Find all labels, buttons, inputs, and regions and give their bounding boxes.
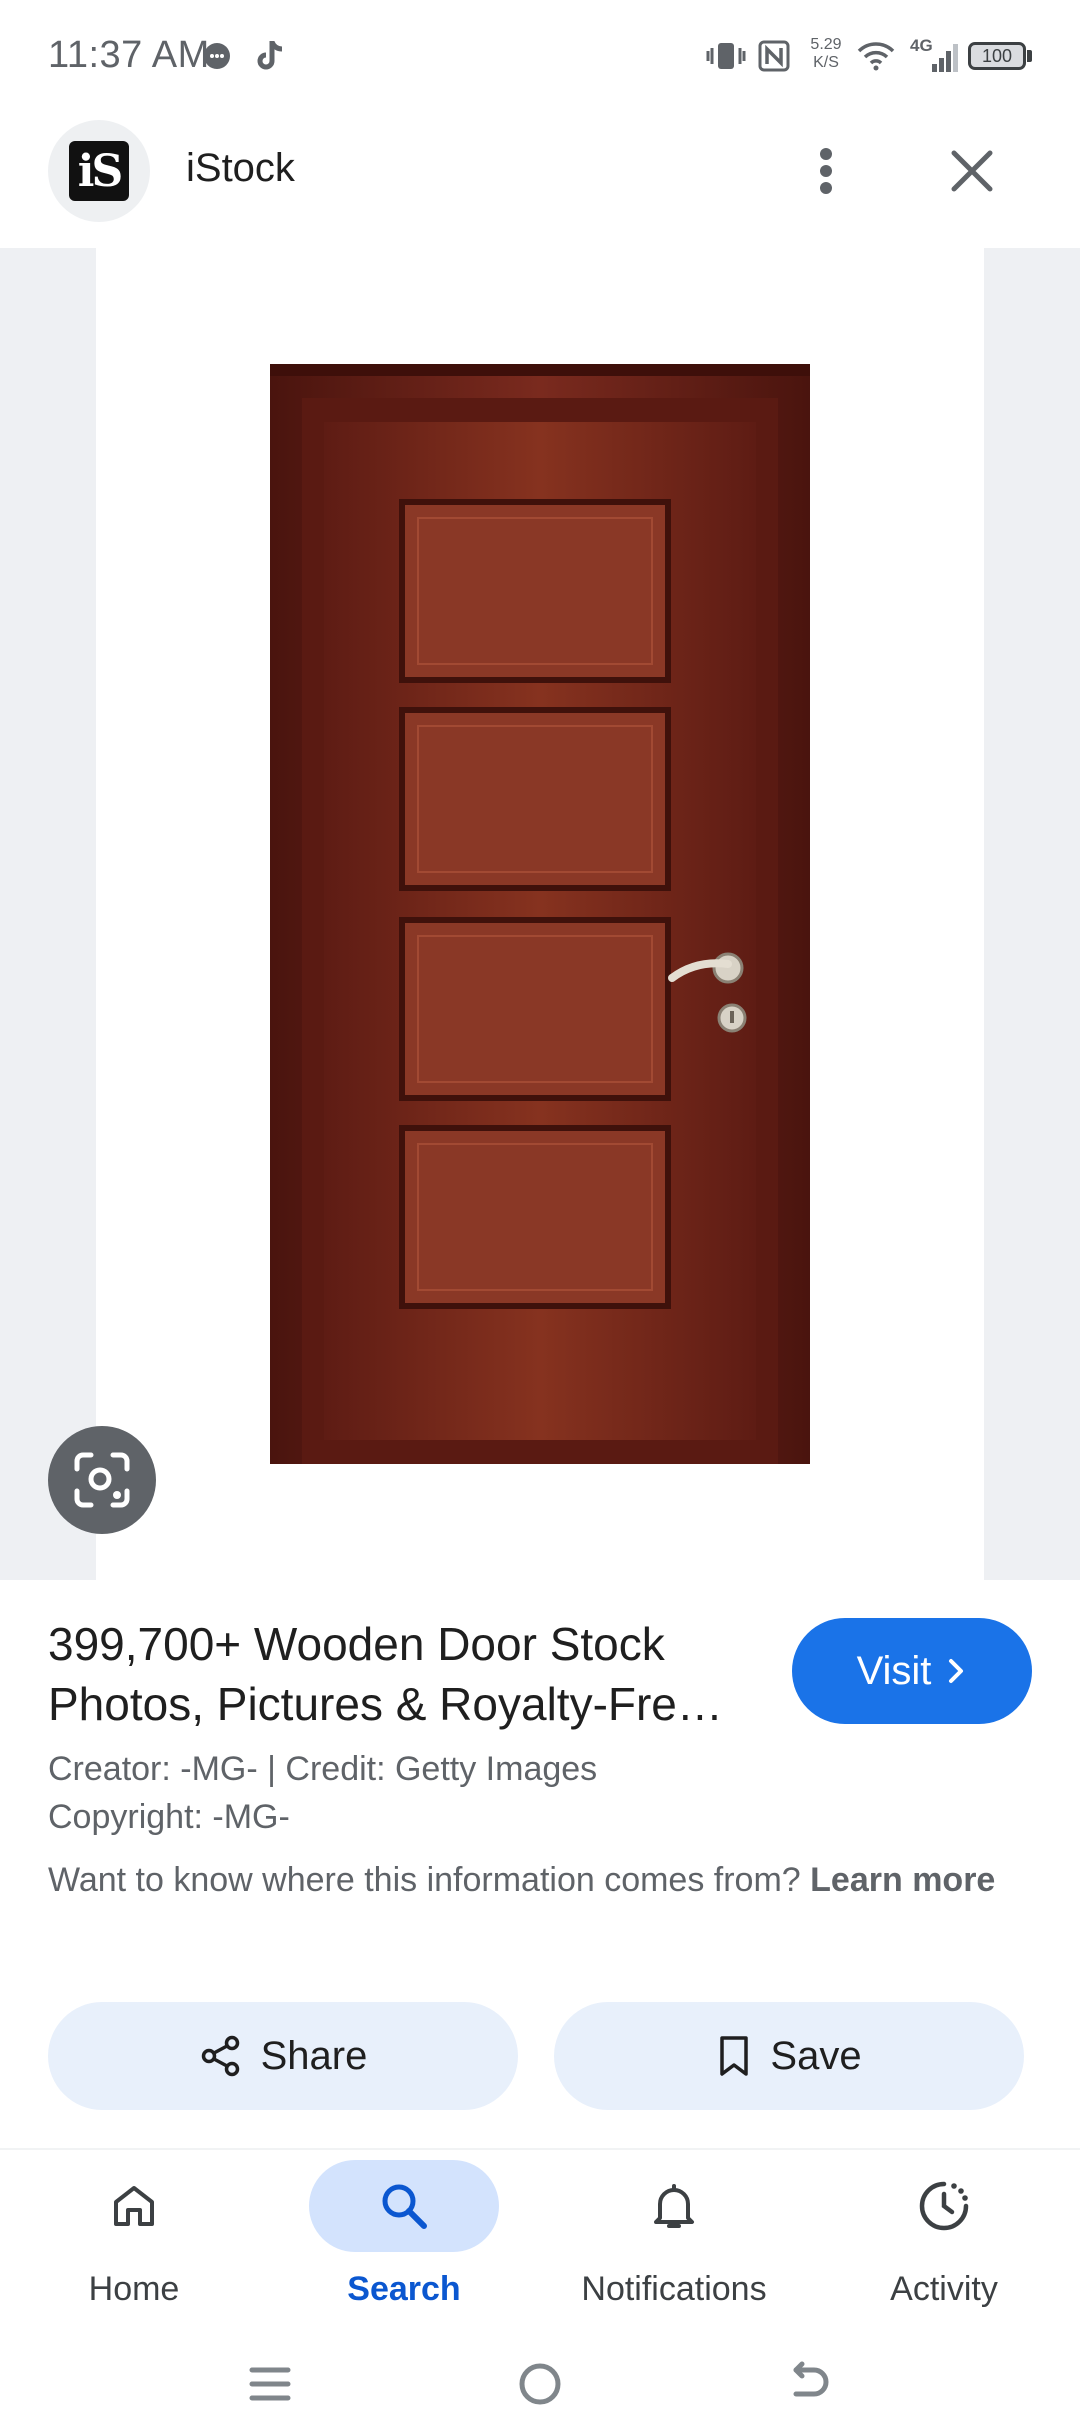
nav-notifications-icon-wrap bbox=[579, 2160, 769, 2252]
bell-icon bbox=[654, 2184, 694, 2228]
visit-button[interactable]: Visit bbox=[792, 1618, 1032, 1724]
info-question: Want to know where this information come… bbox=[48, 1861, 801, 1899]
nav-home-label: Home bbox=[88, 2270, 180, 2308]
site-logo[interactable]: iS bbox=[48, 120, 150, 222]
share-label: Share bbox=[260, 2033, 368, 2078]
system-navigation-bar bbox=[0, 2338, 1080, 2436]
more-vert-icon bbox=[820, 148, 832, 194]
visit-label: Visit bbox=[856, 1648, 932, 1693]
google-lens-button[interactable] bbox=[48, 1426, 156, 1534]
chevron-right-icon bbox=[949, 1659, 964, 1683]
status-time: 11:37 AM bbox=[48, 34, 210, 76]
menu-icon bbox=[249, 2367, 291, 2401]
nav-home-icon-wrap bbox=[39, 2160, 229, 2252]
battery-tip bbox=[1027, 50, 1032, 62]
nav-home[interactable]: Home bbox=[4, 2160, 264, 2330]
search-icon bbox=[382, 2184, 427, 2229]
circle-home-icon bbox=[519, 2363, 561, 2405]
creator-credit: Creator: -MG- | Credit: Getty Images bbox=[48, 1750, 598, 1788]
istock-logo: iS bbox=[69, 141, 129, 201]
nav-notifications-label: Notifications bbox=[581, 2270, 767, 2308]
network-speed: 5.29 K/S bbox=[810, 36, 842, 71]
save-label: Save bbox=[770, 2033, 862, 2078]
share-button[interactable]: Share bbox=[48, 2002, 518, 2110]
nav-search[interactable]: Search bbox=[274, 2160, 534, 2330]
activity-icon bbox=[919, 2181, 969, 2231]
battery-indicator: 100 bbox=[968, 42, 1026, 70]
close-button[interactable] bbox=[942, 136, 1002, 206]
home-icon bbox=[114, 2186, 154, 2226]
wooden-door-image bbox=[270, 364, 810, 1464]
nav-activity-icon-wrap bbox=[849, 2160, 1039, 2252]
recent-apps-button[interactable] bbox=[246, 2360, 294, 2413]
viewer-header bbox=[0, 112, 1080, 248]
nav-notifications[interactable]: Notifications bbox=[544, 2160, 804, 2330]
back-button[interactable] bbox=[784, 2358, 836, 2415]
status-bar: 11:37 AM 5.29 K/S 4G 100 bbox=[0, 0, 1080, 112]
more-options-button[interactable] bbox=[806, 136, 846, 206]
info-source-text: Want to know where this information come… bbox=[48, 1856, 1008, 1904]
wifi-icon bbox=[856, 38, 896, 74]
close-icon bbox=[951, 150, 993, 192]
back-icon bbox=[793, 2361, 829, 2397]
learn-more-link[interactable]: Learn more bbox=[810, 1861, 995, 1899]
site-name: iStock bbox=[186, 146, 295, 190]
copyright: Copyright: -MG- bbox=[48, 1798, 290, 1836]
nav-activity-label: Activity bbox=[890, 2270, 998, 2308]
signal-icon bbox=[914, 40, 958, 76]
lens-icon bbox=[74, 1452, 130, 1508]
result-title[interactable]: 399,700+ Wooden Door Stock Photos, Pictu… bbox=[48, 1614, 728, 1734]
home-system-button[interactable] bbox=[514, 2358, 566, 2415]
tiktok-icon bbox=[254, 38, 288, 74]
nav-search-icon-wrap bbox=[309, 2160, 499, 2252]
vibrate-icon bbox=[706, 38, 746, 74]
chat-icon bbox=[200, 38, 234, 74]
nfc-icon bbox=[756, 38, 792, 74]
result-image[interactable] bbox=[96, 248, 984, 1580]
share-icon bbox=[201, 2035, 239, 2077]
save-button[interactable]: Save bbox=[554, 2002, 1024, 2110]
nav-search-label: Search bbox=[347, 2270, 461, 2308]
bookmark-icon bbox=[720, 2036, 749, 2076]
nav-activity[interactable]: Activity bbox=[814, 2160, 1074, 2330]
